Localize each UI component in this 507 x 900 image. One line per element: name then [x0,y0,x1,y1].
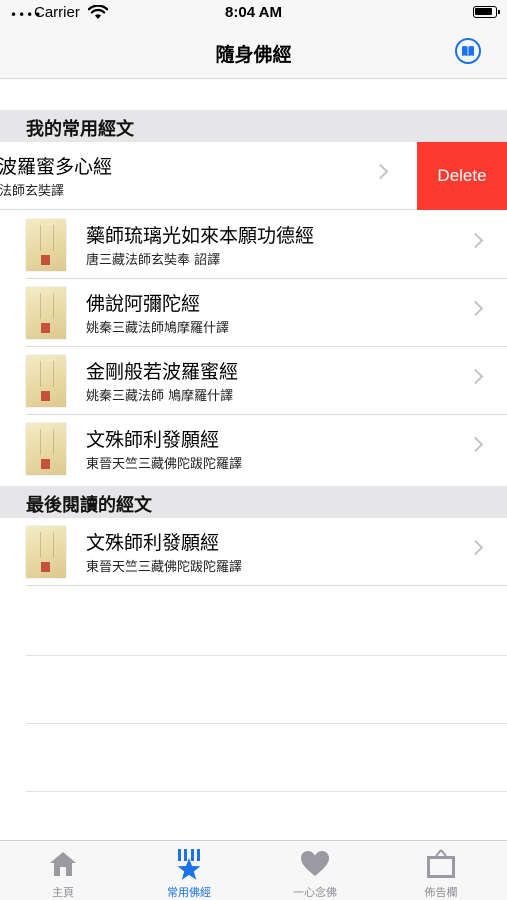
tab-noticeboard[interactable]: 佈告欄 [378,841,504,900]
list-item[interactable]: 文殊師利發願經 東晉天竺三藏佛陀跋陀羅譯 [0,518,507,586]
navigation-bar: 隨身佛經 [0,28,507,79]
clock: 8:04 AM [225,4,282,21]
status-bar: •••• Carrier 8:04 AM [0,0,507,28]
item-title: 藥師琉璃光如來本願功德經 [86,225,315,247]
item-title: 般若波羅蜜多心經 [0,156,113,178]
chevron-right-icon [467,539,484,556]
item-subtitle: 唐三藏法師玄奘奉 詔譯 [86,253,221,268]
tab-label: 一心念佛 [293,886,337,899]
item-title: 文殊師利發願經 [86,429,220,451]
tab-mindful-chanting[interactable]: 一心念佛 [252,841,378,900]
app-screen: •••• Carrier 8:04 AM 隨身佛經 我的常用經文 般若波 [0,0,507,900]
tab-label: 常用佛經 [167,886,211,899]
swiped-list-item[interactable]: 般若波羅蜜多心經 唐三藏法師玄奘譯 Delete [0,142,507,210]
star-bookmark-icon [173,849,205,885]
tab-label: 主頁 [52,886,74,899]
sutra-cover-thumbnail [26,287,66,339]
delete-button[interactable]: Delete [417,142,507,210]
chevron-right-icon [372,163,389,180]
empty-row-divider [26,791,507,792]
list-item[interactable]: 藥師琉璃光如來本願功德經 唐三藏法師玄奘奉 詔譯 [0,211,507,279]
noticeboard-icon [425,849,457,885]
page-title: 隨身佛經 [215,44,292,66]
empty-row-divider [26,655,507,656]
item-subtitle: 唐三藏法師玄奘譯 [0,184,65,199]
chevron-right-icon [467,232,484,249]
tab-home[interactable]: 主頁 [0,841,126,900]
chevron-right-icon [467,436,484,453]
list-item[interactable]: 文殊師利發願經 東晉天竺三藏佛陀跋陀羅譯 [0,415,507,483]
battery-icon [473,6,500,18]
home-icon [48,849,78,883]
section-header-recent: 最後閱讀的經文 [0,486,507,518]
sutra-cover-thumbnail [26,219,66,271]
tab-label: 佈告欄 [424,886,458,899]
item-title: 文殊師利發願經 [86,532,220,554]
item-title: 佛說阿彌陀經 [86,293,201,315]
heart-icon [300,849,330,883]
section-title: 最後閱讀的經文 [26,495,152,516]
sutra-cover-thumbnail [26,423,66,475]
list-item[interactable]: 金剛般若波羅蜜經 姚秦三藏法師 鳩摩羅什譯 [0,347,507,415]
row-divider [0,209,416,210]
item-subtitle: 東晉天竺三藏佛陀跋陀羅譯 [86,457,243,472]
section-title: 我的常用經文 [26,119,134,140]
item-subtitle: 東晉天竺三藏佛陀跋陀羅譯 [86,560,243,575]
tab-bar: 主頁 常用佛經 一心念佛 佈告欄 [0,840,507,900]
item-subtitle: 姚秦三藏法師鳩摩羅什譯 [86,321,230,336]
item-title: 金剛般若波羅蜜經 [86,361,239,383]
chevron-right-icon [467,368,484,385]
sutra-cover-thumbnail [26,526,66,578]
list-item[interactable]: 佛說阿彌陀經 姚秦三藏法師鳩摩羅什譯 [0,279,507,347]
swiped-item-content[interactable]: 般若波羅蜜多心經 唐三藏法師玄奘譯 [0,142,416,210]
empty-row-divider [26,723,507,724]
chevron-right-icon [467,300,484,317]
book-icon[interactable] [455,38,481,64]
row-divider [26,585,507,586]
tab-favorites[interactable]: 常用佛經 [126,841,252,900]
item-subtitle: 姚秦三藏法師 鳩摩羅什譯 [86,389,234,404]
section-header-favorites: 我的常用經文 [0,110,507,142]
sutra-cover-thumbnail [26,355,66,407]
